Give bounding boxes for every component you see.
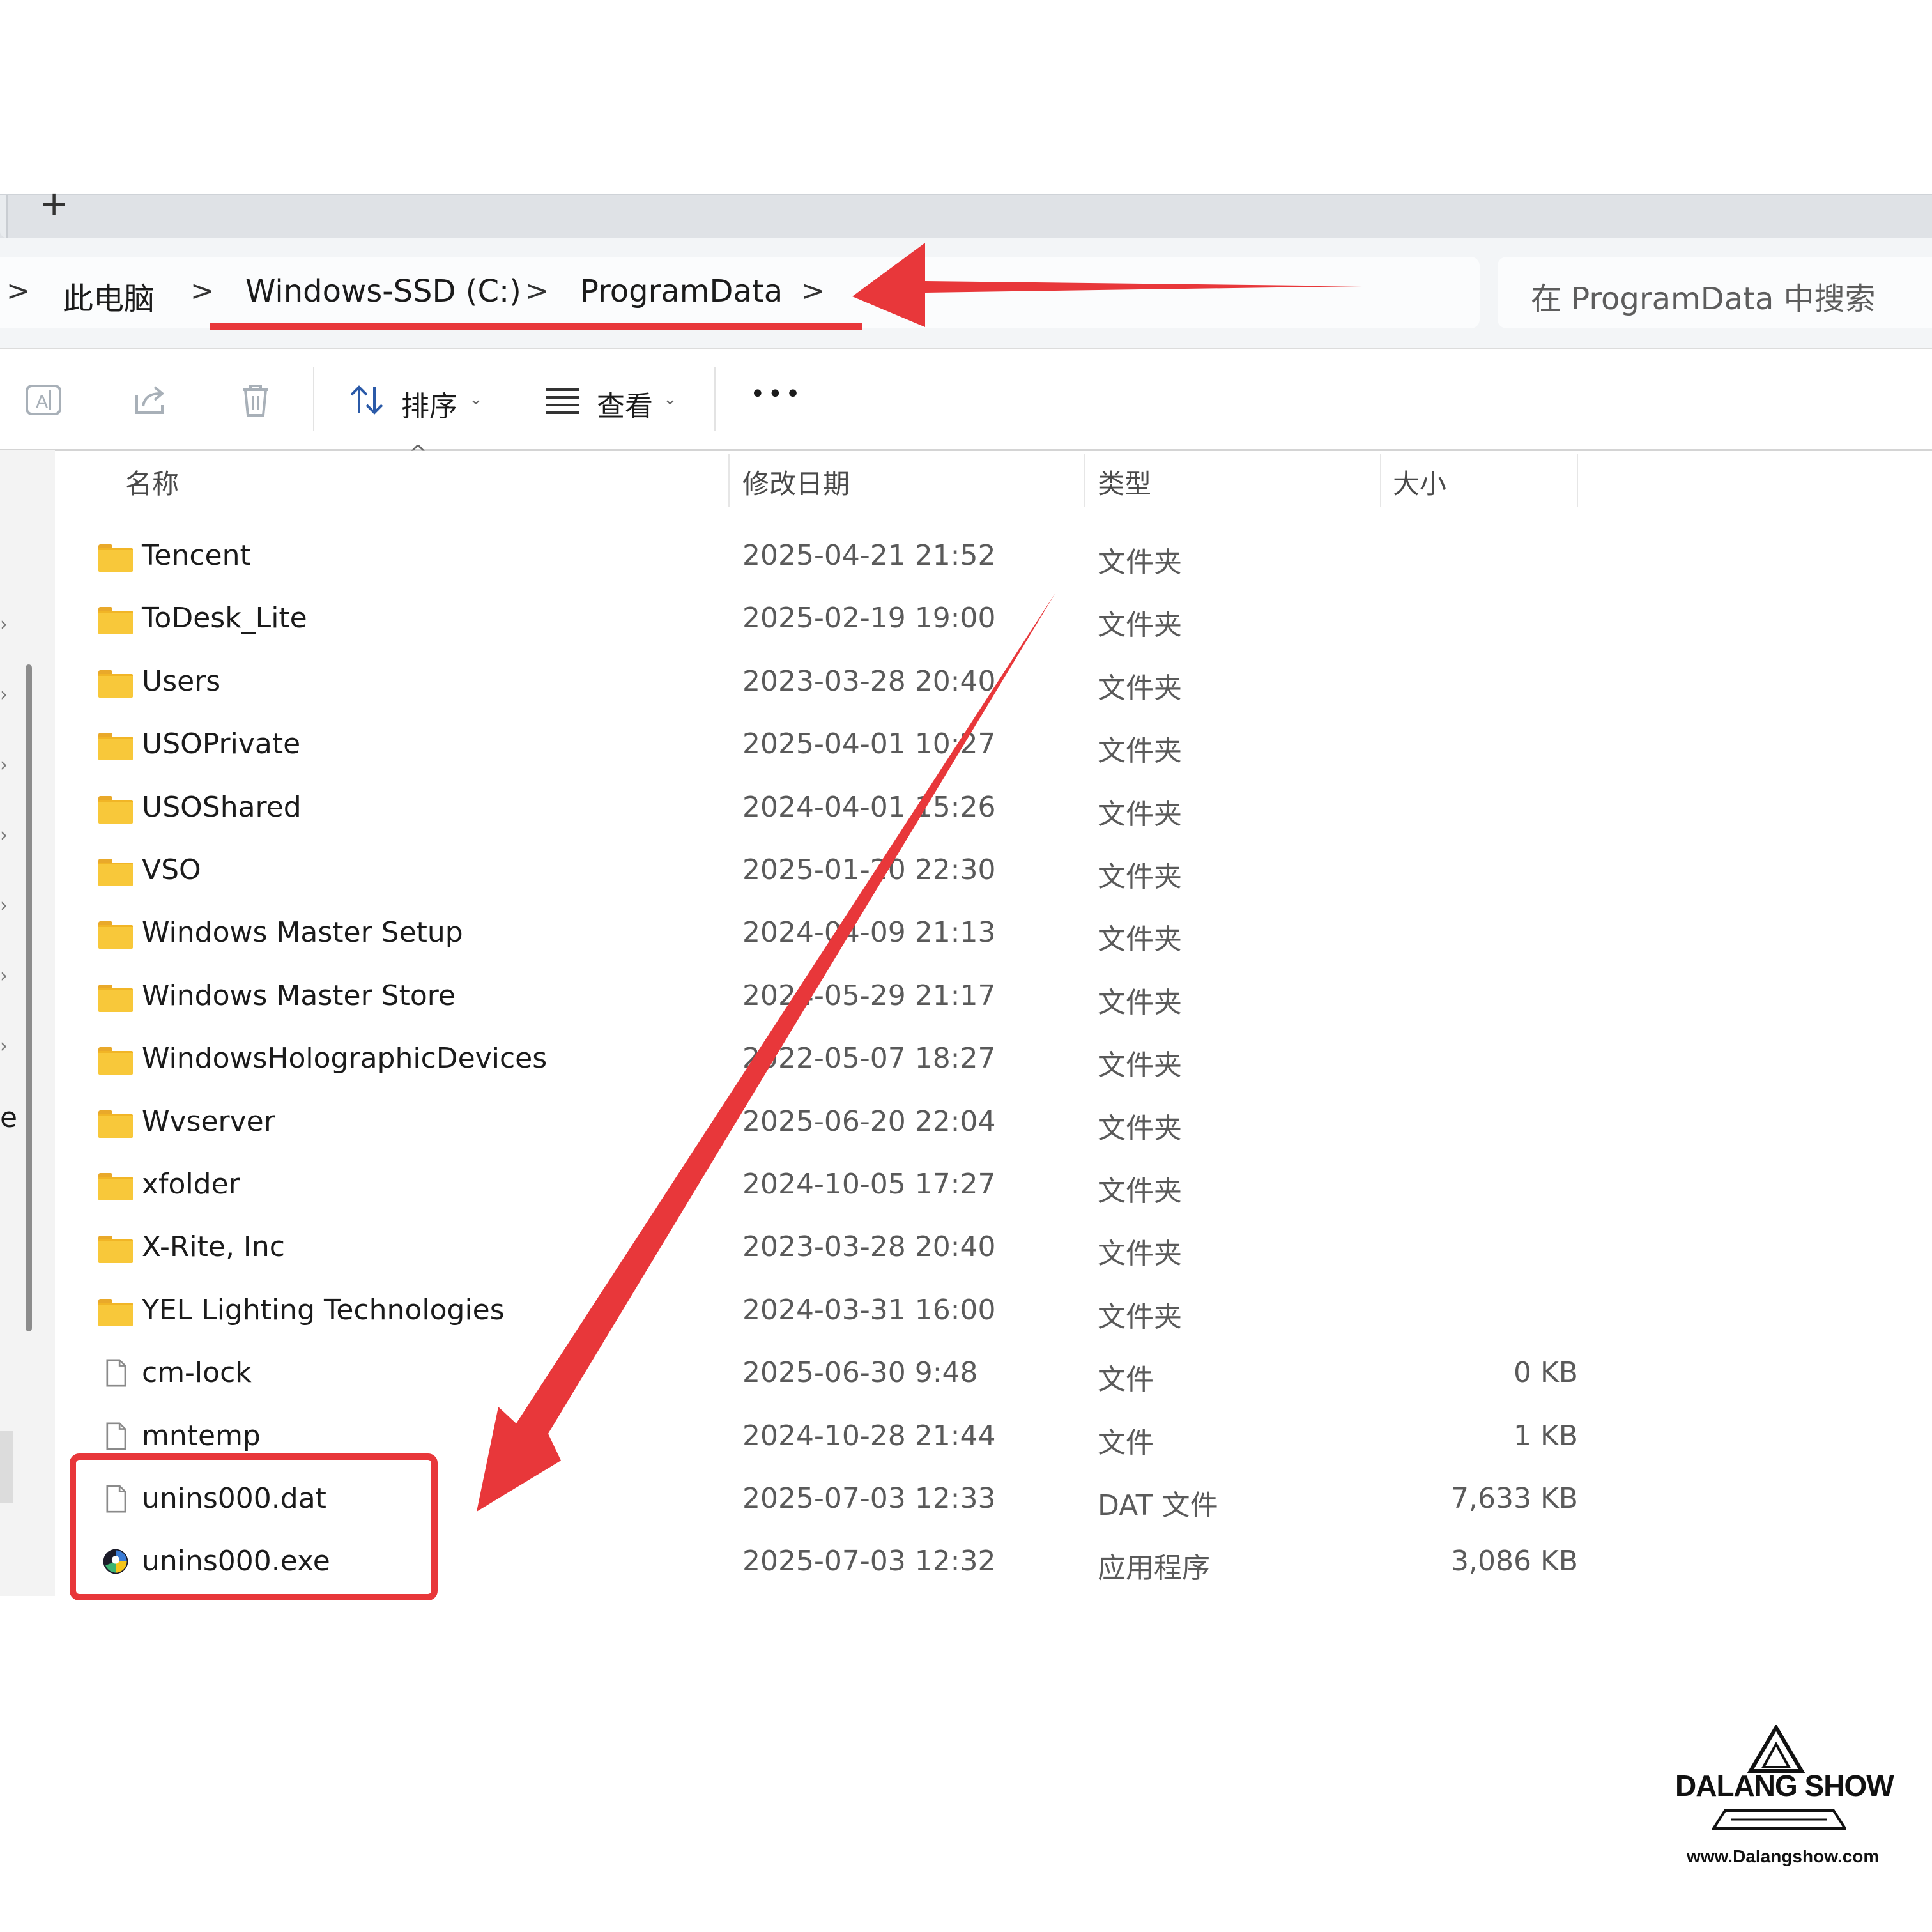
dalang-logo-base-icon: [1712, 1809, 1846, 1830]
annotation-highlight-box: [70, 1453, 438, 1600]
annotation-arrow-files: [477, 593, 1055, 1512]
annotation-overlay: [70, 243, 1362, 1600]
watermark-brand: DALANG SHOW: [1675, 1769, 1894, 1802]
watermark-url: www.Dalangshow.com: [1687, 1846, 1880, 1866]
annotation-underline: [210, 323, 862, 330]
annotation-arrow-address: [852, 243, 1362, 327]
